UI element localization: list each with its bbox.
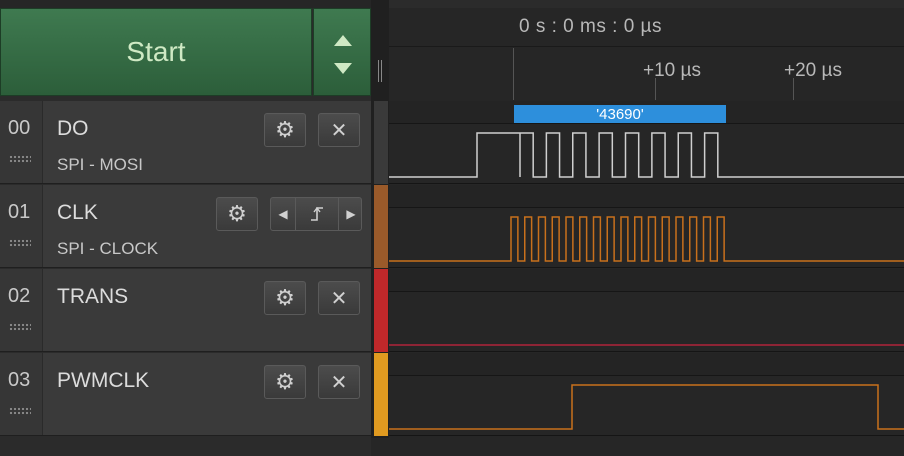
channel-name[interactable]: DO	[57, 117, 89, 141]
time-origin-label: 0 s : 0 ms : 0 µs	[519, 16, 662, 37]
channel-row-03[interactable]: 03 PWMCLK ⚙ ✕	[0, 353, 371, 436]
drag-grip-icon[interactable]	[9, 323, 31, 331]
timeline-ruler[interactable]: 0 s : 0 ms : 0 µs +10 µs +20 µs	[389, 8, 904, 100]
waveform-trace-02	[389, 344, 904, 346]
channel-remove-button[interactable]: ✕	[318, 365, 360, 399]
channel-remove-button[interactable]: ✕	[318, 281, 360, 315]
origin-marker	[513, 48, 514, 100]
waveform-trace-00	[389, 132, 904, 178]
drag-grip-icon[interactable]	[9, 239, 31, 247]
drag-handle-icon	[378, 60, 382, 82]
channel-number-column: 03	[0, 353, 43, 435]
channel-analyzer-label: SPI - CLOCK	[57, 239, 159, 258]
channel-settings-button[interactable]: ⚙	[264, 113, 306, 147]
drag-grip-icon[interactable]	[9, 155, 31, 163]
start-button-label: Start	[126, 36, 186, 67]
channel-number-column: 01	[0, 185, 43, 267]
tick-mark	[793, 78, 794, 100]
channel-number-column: 00	[0, 101, 43, 183]
tick-mark	[655, 78, 656, 100]
channel-number: 01	[8, 201, 31, 223]
trigger-edge-selector[interactable]: ◀ ▶	[270, 197, 362, 231]
gear-icon: ⚙	[275, 285, 295, 310]
chevron-right-icon: ▶	[346, 207, 356, 221]
channel-settings-button[interactable]: ⚙	[264, 281, 306, 315]
channel-color-strip	[374, 185, 388, 268]
channel-analyzer-label: SPI - MOSI	[57, 155, 143, 174]
gear-icon: ⚙	[275, 117, 295, 142]
gear-icon: ⚙	[227, 201, 247, 226]
channel-number: 03	[8, 369, 31, 391]
gear-icon: ⚙	[275, 369, 295, 394]
waveform-lane-00[interactable]: '43690'	[389, 101, 904, 184]
trigger-prev-button[interactable]: ◀	[271, 198, 296, 230]
start-button[interactable]: Start	[0, 8, 312, 96]
close-icon: ✕	[330, 287, 348, 310]
arrow-down-icon	[334, 63, 352, 74]
channel-name[interactable]: PWMCLK	[57, 369, 149, 393]
tick-label: +10 µs	[643, 60, 701, 81]
ruler-divider	[389, 46, 904, 47]
waveform-lane-01[interactable]	[389, 185, 904, 268]
channel-name[interactable]: CLK	[57, 201, 98, 225]
close-icon: ✕	[330, 371, 348, 394]
drag-grip-icon[interactable]	[9, 407, 31, 415]
channel-number-column: 02	[0, 269, 43, 351]
channel-remove-button[interactable]: ✕	[318, 113, 360, 147]
channel-color-strip	[374, 101, 388, 184]
channel-color-strip	[374, 353, 388, 436]
start-options-button[interactable]	[313, 8, 371, 96]
left-bottom-bar	[0, 438, 371, 456]
trigger-next-button[interactable]: ▶	[338, 198, 363, 230]
waveform-area[interactable]: '43690'	[389, 100, 904, 438]
top-gutter	[0, 0, 371, 8]
channel-number: 02	[8, 285, 31, 307]
channel-color-strip	[374, 269, 388, 352]
waveform-trace-03	[389, 384, 904, 430]
chevron-left-icon: ◀	[278, 207, 288, 221]
channel-row-00[interactable]: 00 DO SPI - MOSI ⚙ ✕	[0, 101, 371, 184]
channel-settings-button[interactable]: ⚙	[264, 365, 306, 399]
close-icon: ✕	[330, 119, 348, 142]
trigger-edge-button[interactable]	[296, 198, 338, 230]
waveform-lane-02[interactable]	[389, 269, 904, 352]
falling-edge-icon	[311, 206, 323, 221]
arrow-up-icon	[334, 35, 352, 46]
channel-row-02[interactable]: 02 TRANS ⚙ ✕	[0, 269, 371, 352]
channel-name[interactable]: TRANS	[57, 285, 128, 309]
waveform-lane-03[interactable]	[389, 353, 904, 436]
channel-row-01[interactable]: 01 CLK SPI - CLOCK ⚙ ◀ ▶	[0, 185, 371, 268]
waveform-trace-01	[389, 216, 904, 262]
channel-number: 00	[8, 117, 31, 139]
channel-settings-button[interactable]: ⚙	[216, 197, 258, 231]
